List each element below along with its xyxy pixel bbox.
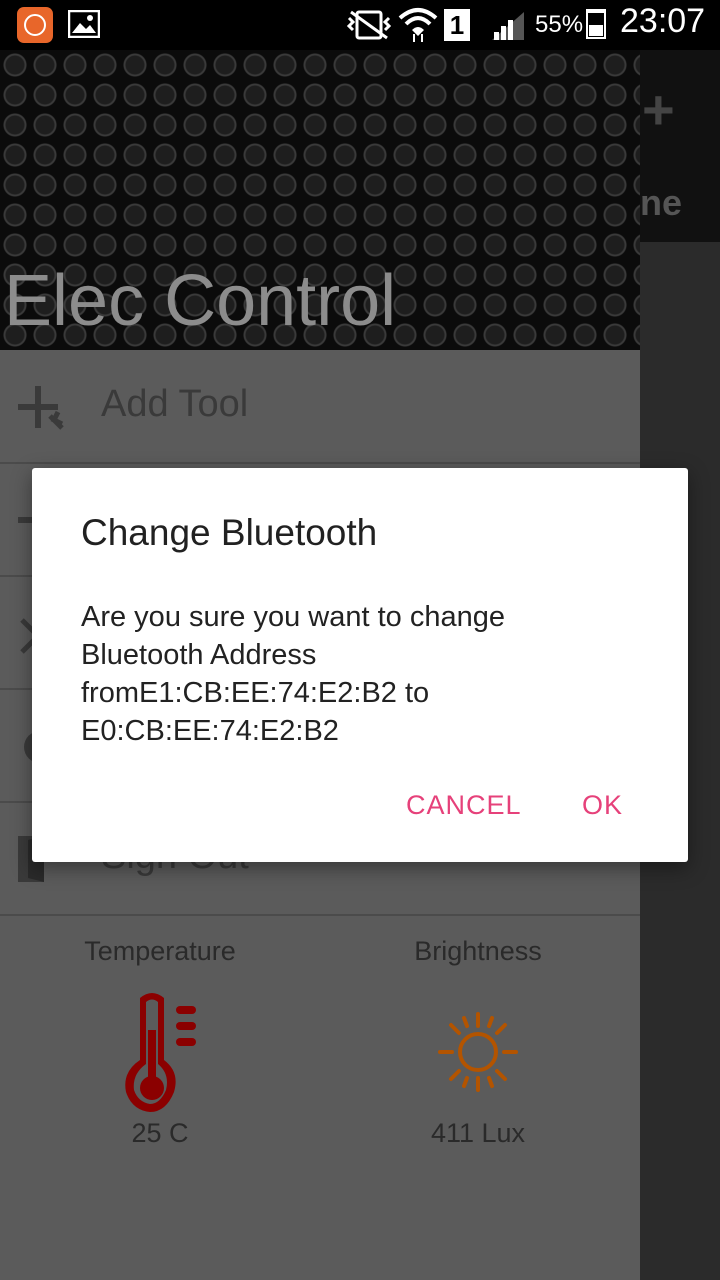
add-tool-icon xyxy=(18,386,64,430)
cancel-button[interactable]: CANCEL xyxy=(406,790,522,821)
battery-percent: 55% xyxy=(535,11,584,38)
gallery-icon xyxy=(68,10,100,38)
menu-item-add-tool[interactable]: Add Tool xyxy=(0,350,640,464)
dialog-message: Are you sure you want to change Bluetoot… xyxy=(81,601,505,747)
brightness-value: 411 Lux xyxy=(430,1118,526,1148)
brightness-title: Brightness xyxy=(414,936,542,966)
sim-icon: 1 xyxy=(444,9,470,41)
wifi-icon xyxy=(398,8,438,42)
mi-notification-icon xyxy=(17,7,53,43)
app-title: Elec Control xyxy=(4,261,397,341)
sun-icon xyxy=(438,1012,518,1092)
vibrate-icon xyxy=(346,10,392,40)
status-bar: 1 55% 23:07 xyxy=(0,0,720,50)
status-clock: 23:07 xyxy=(620,2,706,40)
brightness-widget: Brightness 411 Lux xyxy=(318,936,638,1166)
temperature-title: Temperature xyxy=(84,936,236,966)
background-header-text: ne xyxy=(640,182,683,223)
temperature-widget: Temperature 25 C xyxy=(0,936,320,1166)
dialog-title: Change Bluetooth xyxy=(81,512,378,553)
ok-button[interactable]: OK xyxy=(582,790,623,821)
drawer-header: Elec Control xyxy=(0,50,640,350)
change-bluetooth-dialog: Change Bluetooth Are you sure you want t… xyxy=(32,468,688,862)
thermometer-icon xyxy=(125,993,196,1112)
battery-icon xyxy=(586,9,606,39)
add-tool-icon: + xyxy=(642,78,675,141)
temperature-value: 25 C xyxy=(131,1118,189,1148)
signal-icon xyxy=(492,12,524,40)
background-app-header: + ne xyxy=(640,50,720,242)
menu-item-label: Add Tool xyxy=(101,383,249,425)
